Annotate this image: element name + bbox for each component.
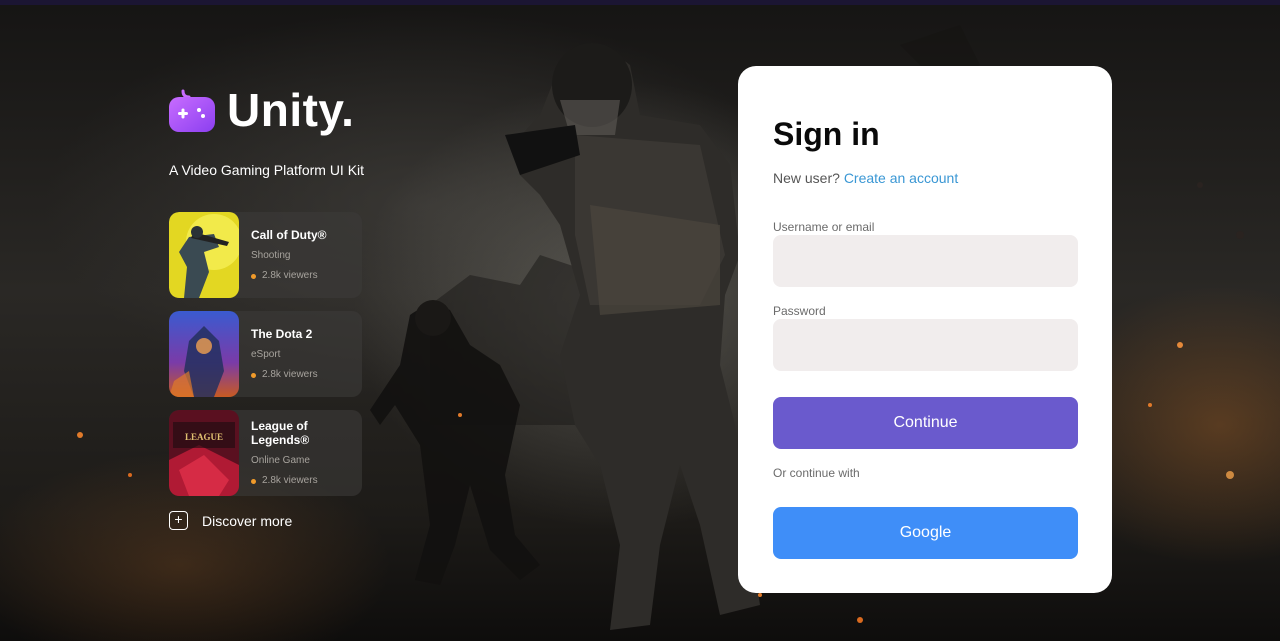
- brand: Unity.: [169, 86, 354, 134]
- live-dot-icon: [251, 478, 256, 484]
- username-label: Username or email: [773, 220, 875, 234]
- new-user-text: New user?: [773, 170, 840, 186]
- tagline: A Video Gaming Platform UI Kit: [169, 162, 365, 178]
- game-viewers: 2.8k viewers: [251, 369, 318, 381]
- viewers-count: 2.8k viewers: [262, 369, 318, 380]
- game-genre: eSport: [251, 349, 281, 360]
- gamepad-logo-icon: [169, 87, 215, 133]
- live-dot-icon: [251, 273, 256, 279]
- game-card-call-of-duty[interactable]: Call of Duty® Shooting 2.8k viewers: [169, 212, 362, 298]
- game-genre: Shooting: [251, 250, 291, 261]
- viewers-count: 2.8k viewers: [262, 475, 318, 486]
- game-viewers: 2.8k viewers: [251, 270, 327, 282]
- game-title: League of Legends®: [251, 419, 310, 447]
- logo-lettering: LEAGUE: [185, 432, 223, 442]
- game-thumbnail-dota-2: [169, 311, 239, 397]
- discover-more-link[interactable]: + Discover more: [169, 511, 292, 530]
- game-card-league-of-legends[interactable]: LEAGUE League of Legends® Online Game 2.…: [169, 410, 362, 496]
- discover-more-label: Discover more: [202, 512, 293, 529]
- game-viewers: 2.8k viewers: [251, 475, 362, 487]
- game-card-dota-2[interactable]: The Dota 2 eSport 2.8k viewers: [169, 311, 362, 397]
- live-dot-icon: [251, 372, 256, 378]
- password-input[interactable]: [773, 319, 1078, 371]
- username-input[interactable]: [773, 235, 1078, 287]
- viewers-count: 2.8k viewers: [262, 270, 318, 281]
- game-title: Call of Duty®: [251, 228, 327, 242]
- brand-name: Unity.: [227, 84, 355, 136]
- game-thumbnail-league-of-legends: LEAGUE: [169, 410, 239, 496]
- signin-title: Sign in: [773, 116, 880, 152]
- game-thumbnail-call-of-duty: [169, 212, 239, 298]
- password-label: Password: [773, 304, 826, 318]
- new-user-prompt: New user? Create an account: [773, 170, 958, 186]
- continue-button[interactable]: Continue: [773, 397, 1078, 449]
- game-title: The Dota 2: [251, 327, 313, 341]
- plus-icon: +: [169, 511, 188, 530]
- google-signin-button[interactable]: Google: [773, 507, 1078, 559]
- signin-card: Sign in New user? Create an account User…: [738, 66, 1112, 593]
- create-account-link[interactable]: Create an account: [844, 170, 958, 186]
- or-continue-with-text: Or continue with: [773, 466, 860, 480]
- game-genre: Online Game: [251, 455, 310, 466]
